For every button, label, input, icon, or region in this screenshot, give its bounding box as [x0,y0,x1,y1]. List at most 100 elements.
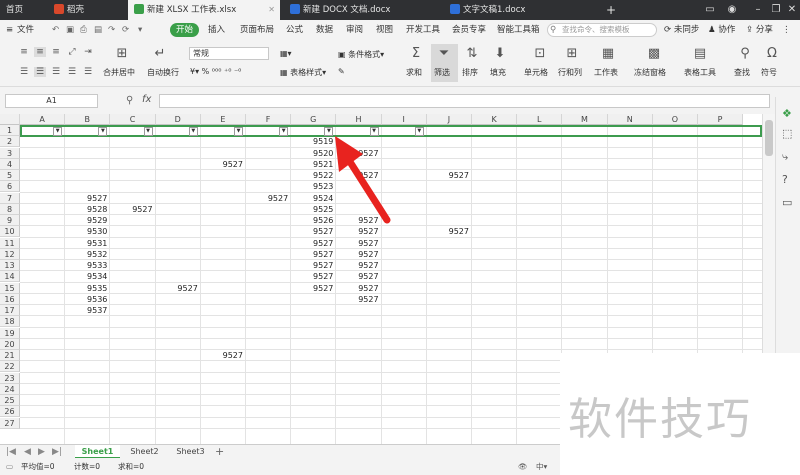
row-header-20[interactable]: 20 [0,338,20,350]
tab-wps[interactable]: 稻壳 [48,0,126,20]
last-sheet-icon[interactable]: ▶| [52,447,62,457]
filter-dropdown-a[interactable]: ▼ [53,127,63,136]
cell-b16[interactable]: 9536 [65,294,109,305]
menu-member[interactable]: 会员专享 [452,23,486,37]
avatar[interactable]: ◉ [722,0,742,20]
row-header-11[interactable]: 11 [0,237,20,249]
row-header-16[interactable]: 16 [0,293,20,305]
column-header-m[interactable]: M [562,114,608,125]
find-button[interactable]: 查找 [734,67,750,78]
row-header-22[interactable]: 22 [0,361,20,373]
cell-b13[interactable]: 9533 [65,260,109,271]
filter-dropdown-b[interactable]: ▼ [98,127,108,136]
cond-format-button[interactable]: ▣ 条件格式▾ [338,49,384,60]
row-header-21[interactable]: 21 [0,350,20,362]
fill-button[interactable]: 填充 [490,67,506,78]
cell-b17[interactable]: 9537 [65,305,109,316]
hamburger-icon[interactable]: ≡ [6,23,13,37]
tab-doc1[interactable]: 文字文稿1.docx [444,0,594,20]
redo-icon[interactable]: ↷ [108,23,115,37]
row-header-7[interactable]: 7 [0,192,20,204]
fx-icon[interactable]: fx [142,94,151,105]
cell-button[interactable]: 单元格 [524,67,548,78]
symbol-button[interactable]: 符号 [761,67,777,78]
wrap-text-icon[interactable]: ↵ [150,46,170,61]
eye-protect-icon[interactable]: 👁 [518,458,528,475]
rowcol-icon[interactable]: ⊞ [562,46,582,61]
first-sheet-icon[interactable]: |◀ [6,447,16,457]
column-header-c[interactable]: C [110,114,156,125]
filter-dropdown-d[interactable]: ▼ [188,127,198,136]
row-header-19[interactable]: 19 [0,327,20,339]
filter-dropdown-c[interactable]: ▼ [143,127,153,136]
align-top-icon[interactable]: ≡ [18,47,30,57]
align-bottom-icon[interactable]: ≡ [50,47,62,57]
row-header-8[interactable]: 8 [0,203,20,215]
sidebar-backup-icon[interactable]: ▭ [782,196,792,209]
worksheet-button[interactable]: 工作表 [594,67,618,78]
row-header-27[interactable]: 27 [0,417,20,429]
table-style-button[interactable]: ▦ 表格样式▾ [280,67,326,78]
select-all-corner[interactable] [0,114,20,125]
input-method-icon[interactable]: 中▾ [536,458,547,475]
sum-icon[interactable]: Σ [406,46,426,61]
menu-view[interactable]: 视图 [376,23,393,37]
menu-file[interactable]: 文件 [17,23,34,37]
sidebar-select-icon[interactable]: ⬚ [782,127,792,140]
sidebar-style-icon[interactable]: ⤷ [782,150,788,164]
cell-h15[interactable]: 9527 [336,283,380,294]
column-header-f[interactable]: F [246,114,292,125]
align-middle-icon[interactable]: ≡ [34,47,46,57]
filter-label[interactable]: 筛选 [434,67,450,78]
share-button[interactable]: ⇪ 分享 [746,23,773,37]
menu-insert[interactable]: 插入 [208,23,225,37]
cell-h11[interactable]: 9527 [336,238,380,249]
tab-docx[interactable]: 新建 DOCX 文档.docx [284,0,440,20]
filter-icon[interactable]: ⏷ [434,46,454,61]
cell-d15[interactable]: 9527 [156,283,200,294]
align-left-icon[interactable]: ☰ [18,67,30,77]
row-header-9[interactable]: 9 [0,215,20,227]
row-header-6[interactable]: 6 [0,181,20,193]
column-header-b[interactable]: B [65,114,111,125]
cell-h14[interactable]: 9527 [336,271,380,282]
row-header-26[interactable]: 26 [0,406,20,418]
cell-e21[interactable]: 9527 [201,350,245,361]
table-tools-icon[interactable]: ▤ [690,46,710,61]
row-header-4[interactable]: 4 [0,158,20,170]
layout-icon[interactable]: ▭ [700,0,720,20]
collab-button[interactable]: ♟ 协作 [708,23,735,37]
repeat-icon[interactable]: ⟳ [122,23,129,37]
row-header-10[interactable]: 10 [0,226,20,238]
cell-b12[interactable]: 9532 [65,249,109,260]
cell-h16[interactable]: 9527 [336,294,380,305]
sync-button[interactable]: ⟳ 未同步 [664,23,699,37]
menu-smart[interactable]: 智能工具箱 [497,23,539,37]
cell-g12[interactable]: 9527 [291,249,335,260]
menu-review[interactable]: 审阅 [346,23,363,37]
new-tab-button[interactable]: + [600,0,620,20]
row-header-18[interactable]: 18 [0,316,20,328]
row-header-13[interactable]: 13 [0,260,20,272]
more-icon[interactable]: ▾ [138,23,142,37]
cell-g13[interactable]: 9527 [291,260,335,271]
close-icon[interactable]: ✕ [782,0,800,20]
column-header-p[interactable]: P [698,114,744,125]
row-header-25[interactable]: 25 [0,395,20,407]
sheet-tab-3[interactable]: Sheet3 [168,445,213,459]
name-box[interactable]: A1 [5,94,98,108]
column-header-e[interactable]: E [200,114,246,125]
cell-g14[interactable]: 9527 [291,271,335,282]
number-format-select[interactable]: 常规 [189,47,269,60]
cell-icon[interactable]: ⊡ [530,46,550,61]
print-icon[interactable]: ⎙ [80,23,87,37]
filter-dropdown-e[interactable]: ▼ [234,127,243,136]
cell-h13[interactable]: 9527 [336,260,380,271]
minimize-icon[interactable]: – [748,0,768,20]
menu-data[interactable]: 数据 [316,23,333,37]
cell-h12[interactable]: 9527 [336,249,380,260]
zoom-icon[interactable]: ⚲ [126,95,133,106]
indent-icon[interactable]: ⇥ [82,47,94,57]
justify-icon[interactable]: ☰ [66,67,78,77]
formula-input[interactable] [159,94,770,108]
